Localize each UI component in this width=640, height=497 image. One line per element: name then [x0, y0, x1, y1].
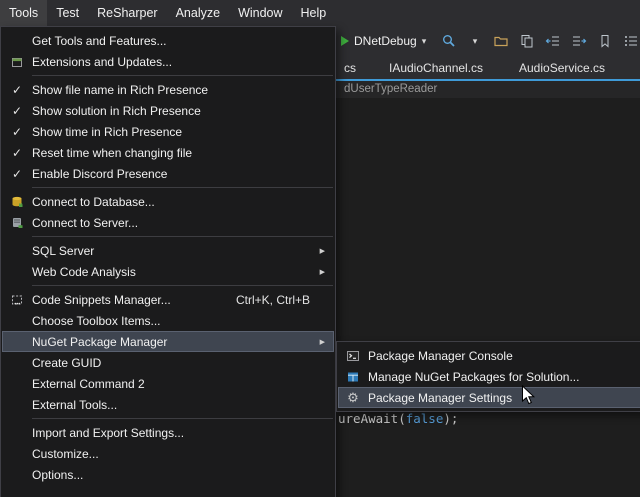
menu-item-nuget-package-manager[interactable]: NuGet Package Manager ▶: [2, 331, 334, 352]
run-dropdown-caret[interactable]: ▾: [422, 36, 427, 47]
menu-item-sql-server[interactable]: SQL Server ▶: [2, 240, 334, 261]
tab-truncated[interactable]: cs: [344, 56, 356, 79]
open-folder-icon[interactable]: [492, 33, 510, 49]
menu-item-get-tools-and-features[interactable]: Get Tools and Features...: [2, 30, 334, 51]
menu-item-web-code-analysis[interactable]: Web Code Analysis ▶: [2, 261, 334, 282]
menu-item-reset-time-when-changing-file[interactable]: ✓ Reset time when changing file: [2, 142, 334, 163]
check-icon: ✓: [12, 167, 22, 181]
menu-item-create-guid[interactable]: Create GUID: [2, 352, 334, 373]
copy-document-icon[interactable]: [518, 33, 536, 49]
start-debug-button[interactable]: DNetDebug ▾: [341, 26, 426, 56]
shortcut-label: Ctrl+K, Ctrl+B: [236, 293, 334, 307]
check-icon: ✓: [12, 83, 22, 97]
menu-item-external-tools[interactable]: External Tools...: [2, 394, 334, 415]
menu-item-extensions-and-updates[interactable]: Extensions and Updates...: [2, 51, 334, 72]
menu-item-connect-to-database[interactable]: Connect to Database...: [2, 191, 334, 212]
menu-item-manage-nuget-packages-for-solution[interactable]: Manage NuGet Packages for Solution...: [338, 366, 640, 387]
gear-icon: ⚙: [347, 391, 359, 404]
extensions-icon: [2, 55, 32, 69]
search-dropdown-caret[interactable]: ▾: [466, 33, 484, 49]
check-icon: ✓: [12, 104, 22, 118]
menubar-item-window[interactable]: Window: [229, 0, 291, 26]
menubar-item-test[interactable]: Test: [47, 0, 88, 26]
navbar-member-dropdown[interactable]: dUserTypeReader: [344, 81, 437, 98]
visual-studio-window: Tools Test ReSharper Analyze Window Help…: [0, 0, 640, 497]
menu-item-show-time-rich-presence[interactable]: ✓ Show time in Rich Presence: [2, 121, 334, 142]
main-menubar: Tools Test ReSharper Analyze Window Help: [0, 0, 640, 26]
menu-item-package-manager-settings[interactable]: ⚙ Package Manager Settings: [338, 387, 640, 408]
mouse-cursor: [521, 385, 536, 406]
menubar-item-analyze[interactable]: Analyze: [167, 0, 229, 26]
menubar-item-tools[interactable]: Tools: [0, 0, 47, 26]
menu-item-import-export-settings[interactable]: Import and Export Settings...: [2, 422, 334, 443]
tab-audioservice[interactable]: AudioService.cs: [519, 56, 605, 79]
toolbar-icon-group: ▾: [440, 26, 640, 56]
menu-separator: [32, 75, 333, 76]
menubar-item-help[interactable]: Help: [292, 0, 336, 26]
console-icon: [338, 349, 368, 363]
menu-item-choose-toolbox-items[interactable]: Choose Toolbox Items...: [2, 310, 334, 331]
tools-menu: Get Tools and Features... Extensions and…: [0, 26, 336, 497]
code-line: ureAwait(false);: [338, 411, 458, 427]
shift-left-icon[interactable]: [544, 33, 562, 49]
menu-item-options[interactable]: Options...: [2, 464, 334, 485]
tab-iaudiochannel[interactable]: IAudioChannel.cs: [389, 56, 483, 79]
menu-item-show-file-name-rich-presence[interactable]: ✓ Show file name in Rich Presence: [2, 79, 334, 100]
menubar-item-resharper[interactable]: ReSharper: [88, 0, 166, 26]
menu-separator: [32, 187, 333, 188]
database-icon: [2, 195, 32, 209]
menu-separator: [32, 418, 333, 419]
bookmark-icon[interactable]: [596, 33, 614, 49]
check-icon: ✓: [12, 146, 22, 160]
search-icon[interactable]: [440, 33, 458, 49]
server-icon: [2, 216, 32, 230]
menu-separator: [32, 285, 333, 286]
menu-separator: [32, 236, 333, 237]
task-list-icon[interactable]: [622, 33, 640, 49]
submenu-arrow-icon: ▶: [320, 247, 325, 255]
check-icon: ✓: [12, 125, 22, 139]
nuget-package-manager-submenu: Package Manager Console Manage NuGet Pac…: [336, 341, 640, 412]
menu-item-show-solution-rich-presence[interactable]: ✓ Show solution in Rich Presence: [2, 100, 334, 121]
submenu-arrow-icon: ▶: [320, 338, 325, 346]
menu-item-code-snippets-manager[interactable]: Code Snippets Manager... Ctrl+K, Ctrl+B: [2, 289, 334, 310]
snippets-icon: [2, 293, 32, 307]
shift-right-icon[interactable]: [570, 33, 588, 49]
submenu-arrow-icon: ▶: [320, 268, 325, 276]
menu-item-external-command-2[interactable]: External Command 2: [2, 373, 334, 394]
start-debug-play-icon: [341, 36, 349, 46]
menu-item-enable-discord-presence[interactable]: ✓ Enable Discord Presence: [2, 163, 334, 184]
nuget-packages-icon: [338, 370, 368, 384]
run-config-label: DNetDebug: [354, 34, 417, 48]
menu-item-customize[interactable]: Customize...: [2, 443, 334, 464]
menu-item-package-manager-console[interactable]: Package Manager Console: [338, 345, 640, 366]
menu-item-connect-to-server[interactable]: Connect to Server...: [2, 212, 334, 233]
